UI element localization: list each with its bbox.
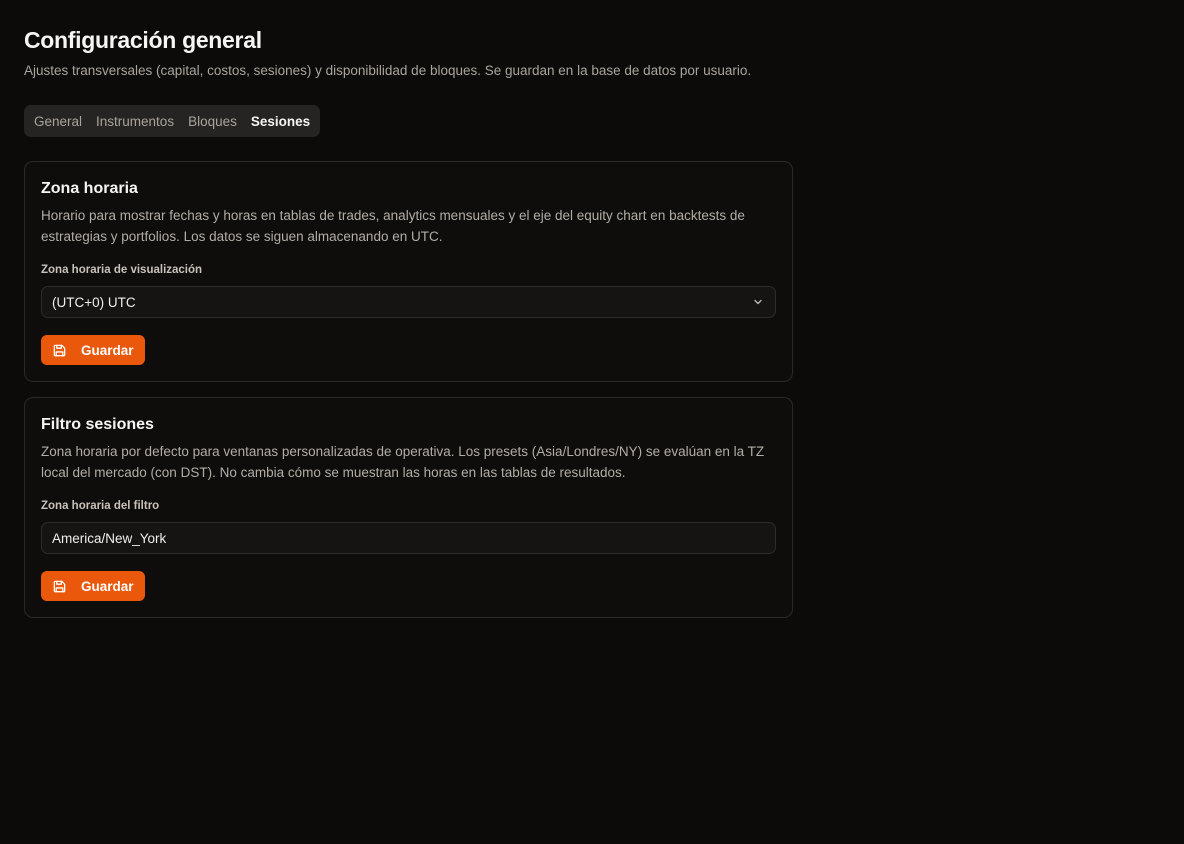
display-timezone-value: (UTC+0) UTC [52, 294, 136, 310]
chevron-down-icon [751, 295, 765, 309]
tab-instrumentos[interactable]: Instrumentos [89, 108, 181, 134]
page-title: Configuración general [24, 27, 262, 53]
floppy-disk-icon [52, 343, 67, 358]
save-timezone-label: Guardar [81, 342, 134, 358]
save-sessions-button[interactable]: Guardar [41, 571, 145, 601]
tab-bloques[interactable]: Bloques [181, 108, 244, 134]
tab-sesiones[interactable]: Sesiones [244, 108, 317, 134]
sessions-card-description: Zona horaria por defecto para ventanas p… [41, 444, 765, 480]
settings-page: Configuración general Ajustes transversa… [24, 26, 793, 618]
floppy-disk-icon [52, 579, 67, 594]
tab-bar: General Instrumentos Bloques Sesiones [24, 105, 321, 137]
timezone-card: Zona horaria Horario para mostrar fechas… [24, 161, 793, 382]
timezone-card-description: Horario para mostrar fechas y horas en t… [41, 208, 745, 244]
filter-timezone-label: Zona horaria del filtro [41, 500, 160, 512]
sessions-card-title: Filtro sesiones [41, 416, 154, 433]
tab-general[interactable]: General [27, 108, 89, 134]
sessions-filter-card: Filtro sesiones Zona horaria por defecto… [24, 397, 793, 618]
page-subtitle: Ajustes transversales (capital, costos, … [24, 63, 752, 78]
save-timezone-button[interactable]: Guardar [41, 335, 145, 365]
display-timezone-label: Zona horaria de visualización [41, 264, 203, 276]
filter-timezone-input[interactable] [41, 522, 776, 554]
save-sessions-label: Guardar [81, 578, 134, 594]
timezone-card-title: Zona horaria [41, 180, 138, 197]
display-timezone-select[interactable]: (UTC+0) UTC [41, 286, 776, 318]
